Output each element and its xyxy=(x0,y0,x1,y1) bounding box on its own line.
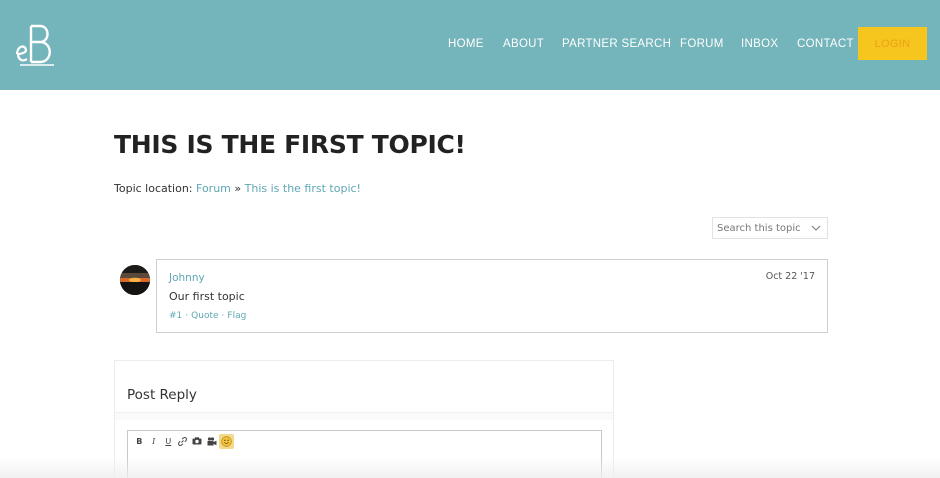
breadcrumb: Topic location: Forum » This is the firs… xyxy=(114,182,361,195)
bold-icon[interactable]: B xyxy=(132,434,147,448)
post-date: Oct 22 '17 xyxy=(765,271,815,282)
avatar[interactable] xyxy=(120,265,150,295)
post-card: Johnny Oct 22 '17 Our first topic #1 · Quo… xyxy=(156,259,828,333)
flag-link[interactable]: Flag xyxy=(227,311,246,321)
nav-contact[interactable]: CONTACT xyxy=(797,38,854,50)
nav-about[interactable]: ABOUT xyxy=(503,38,544,50)
page-title: THIS IS THE FIRST TOPIC! xyxy=(114,130,466,159)
underline-icon[interactable]: U xyxy=(161,434,176,448)
nav-partner-search[interactable]: PARTNER SEARCH xyxy=(562,38,671,50)
post-body: Our first topic xyxy=(169,290,245,303)
site-logo[interactable] xyxy=(14,20,58,68)
nav-inbox[interactable]: INBOX xyxy=(741,38,778,50)
reply-panel: Post Reply B I U xyxy=(114,360,614,478)
emoji-icon[interactable] xyxy=(219,433,234,449)
nav-home[interactable]: HOME xyxy=(448,38,484,50)
breadcrumb-topic-link[interactable]: This is the first topic! xyxy=(245,182,361,195)
camera-icon[interactable] xyxy=(190,434,205,448)
topic-search xyxy=(712,217,828,239)
reply-divider xyxy=(115,412,613,420)
video-icon[interactable] xyxy=(205,434,220,448)
nav-forum[interactable]: FORUM xyxy=(680,38,724,50)
breadcrumb-separator: » xyxy=(234,182,242,195)
login-button[interactable]: LOGIN xyxy=(858,27,927,60)
post-actions: #1 · Quote · Flag xyxy=(169,311,246,321)
post-number-link[interactable]: #1 xyxy=(169,311,182,321)
chevron-down-icon[interactable] xyxy=(811,223,821,233)
italic-icon[interactable]: I xyxy=(147,434,162,448)
action-separator: · xyxy=(221,311,225,321)
reply-title: Post Reply xyxy=(127,387,197,403)
reply-editor[interactable]: B I U xyxy=(127,430,602,478)
sunset-avatar-image xyxy=(120,265,150,295)
link-icon[interactable] xyxy=(176,434,191,448)
editor-toolbar: B I U xyxy=(132,433,234,449)
quote-link[interactable]: Quote xyxy=(191,311,218,321)
action-separator: · xyxy=(185,311,189,321)
post-author[interactable]: Johnny xyxy=(169,272,205,284)
breadcrumb-forum-link[interactable]: Forum xyxy=(196,182,231,195)
search-input[interactable] xyxy=(713,218,809,238)
breadcrumb-label: Topic location: xyxy=(114,182,193,195)
site-header: HOME ABOUT PARTNER SEARCH FORUM INBOX CO… xyxy=(0,0,940,90)
